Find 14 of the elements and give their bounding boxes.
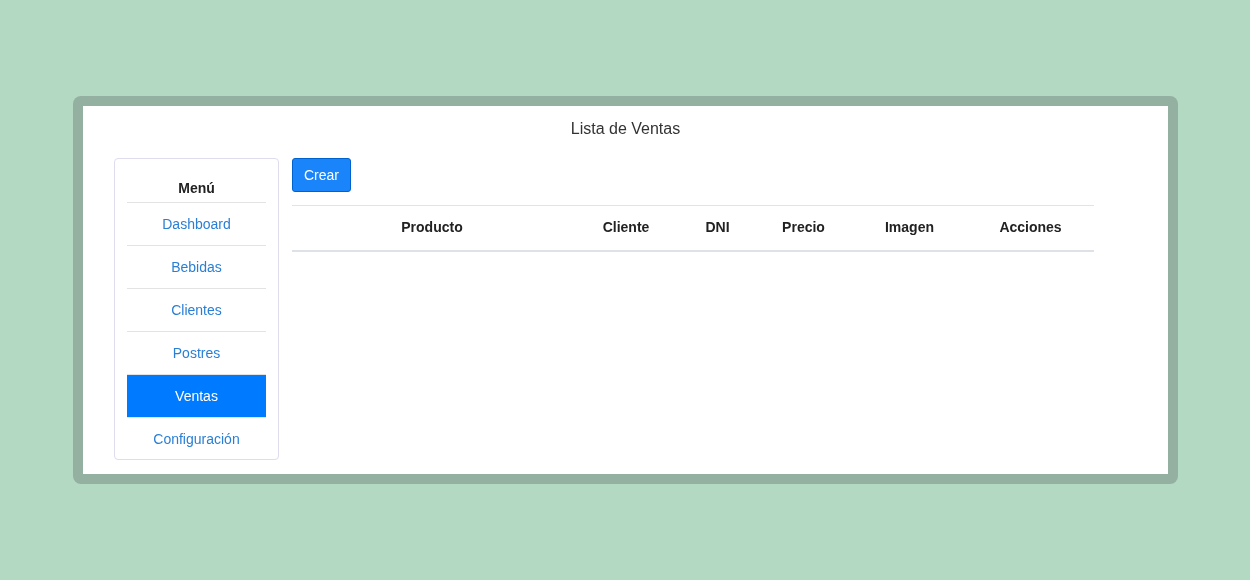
create-button[interactable]: Crear (292, 158, 351, 192)
sidebar-heading: Menú (127, 159, 266, 203)
sidebar-item[interactable]: Clientes (127, 289, 266, 332)
column-header: DNI (704, 218, 731, 237)
column-header: Producto (400, 218, 464, 237)
sidebar-item[interactable]: Ventas (127, 375, 266, 418)
sidebar-item[interactable]: Bebidas (127, 246, 266, 289)
sidebar-item[interactable]: Dashboard (127, 203, 266, 246)
page-title: Lista de Ventas (569, 119, 682, 139)
column-header: Imagen (884, 218, 935, 237)
column-header: Precio (781, 218, 826, 237)
sidebar-item[interactable]: Configuración (127, 418, 266, 461)
column-header: Cliente (601, 218, 651, 237)
column-header: Acciones (998, 218, 1063, 237)
